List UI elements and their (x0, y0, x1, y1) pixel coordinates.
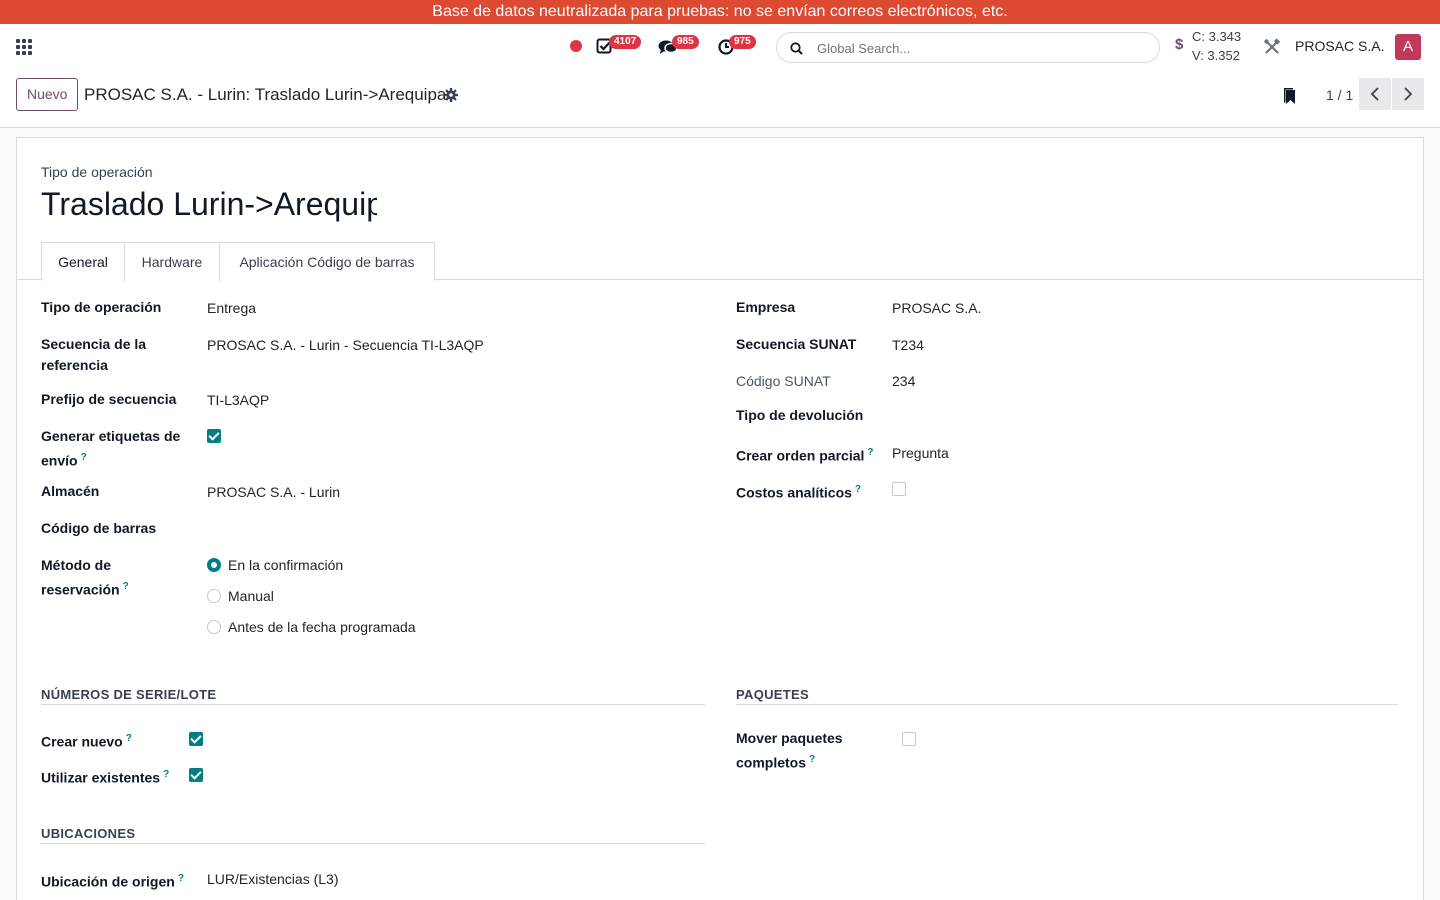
test-database-banner: Base de datos neutralizada para pruebas:… (0, 0, 1440, 24)
partial-order-value[interactable]: Pregunta (892, 443, 949, 464)
help-tooltip-icon[interactable]: ? (178, 873, 184, 884)
record-title-label: Tipo de operación (41, 164, 153, 180)
gear-icon[interactable] (444, 88, 458, 105)
return-type-label: Tipo de devolución (736, 407, 864, 423)
shipping-labels-checkbox[interactable] (207, 429, 221, 443)
exchange-rate-buy: C: 3.343 (1192, 29, 1242, 44)
operation-type-value[interactable]: Entrega (207, 298, 256, 319)
use-existing-lot-label-text: Utilizar existentes (41, 769, 161, 786)
create-new-lot-label: Crear nuevo? (41, 728, 132, 753)
timer-count-badge: 975 (729, 35, 756, 49)
warehouse-value[interactable]: PROSAC S.A. - Lurin (207, 482, 340, 503)
recording-dot-icon[interactable] (570, 40, 582, 52)
analytic-costs-label: Costos analíticos? (736, 479, 861, 504)
company-label: Empresa (736, 299, 796, 315)
reservation-option-before-date[interactable]: Antes de la fecha programada (228, 617, 416, 638)
move-packages-label-line2: completos? (736, 749, 815, 774)
tab-hardware[interactable]: Hardware (124, 242, 220, 281)
analytic-costs-checkbox[interactable] (892, 482, 906, 496)
use-existing-lot-checkbox[interactable] (189, 768, 203, 782)
apps-grid-icon[interactable] (16, 39, 32, 55)
pager-previous-button[interactable] (1359, 78, 1391, 110)
bookmark-icon[interactable] (1284, 88, 1298, 108)
help-tooltip-icon[interactable]: ? (126, 733, 132, 744)
reservation-label-line2: reservación? (41, 576, 129, 601)
debug-tools-icon[interactable] (1263, 38, 1281, 59)
lots-section-title: NÚMEROS DE SERIE/LOTE (41, 687, 217, 702)
help-tooltip-icon[interactable]: ? (123, 581, 129, 592)
exchange-rate-sell: V: 3.352 (1192, 48, 1240, 63)
messages-count-badge: 985 (672, 35, 699, 49)
reservation-label-line1: Método de (41, 557, 111, 573)
global-search-input[interactable] (817, 37, 1147, 59)
move-packages-checkbox[interactable] (902, 732, 916, 746)
sunat-sequence-label: Secuencia SUNAT (736, 336, 857, 352)
tab-barcode-app[interactable]: Aplicación Código de barras (219, 242, 435, 281)
reservation-option-confirmation[interactable]: En la confirmación (228, 555, 343, 576)
create-new-lot-checkbox[interactable] (189, 732, 203, 746)
sunat-code-label: Código SUNAT (736, 373, 831, 389)
prefix-value[interactable]: TI-L3AQP (207, 390, 269, 411)
pager-next-button[interactable] (1392, 78, 1424, 110)
exchange-rate-icon: $ (1175, 36, 1184, 53)
reservation-radio-manual[interactable] (207, 589, 221, 603)
help-tooltip-icon[interactable]: ? (867, 447, 873, 458)
reservation-option-manual[interactable]: Manual (228, 586, 274, 607)
form-tabs: General Hardware Aplicación Código de ba… (17, 242, 1423, 281)
sequence-value[interactable]: PROSAC S.A. - Lurin - Secuencia TI-L3AQP (207, 335, 484, 356)
control-panel: Nuevo PROSAC S.A. - Lurin: Traslado Luri… (0, 70, 1440, 128)
top-navbar: 4107 985 975 $ C: 3.343 V: 3.352 PROSAC … (0, 24, 1440, 70)
source-location-label: Ubicación de origen? (41, 868, 184, 893)
reservation-label-text: reservación (41, 581, 120, 598)
analytic-costs-label-text: Costos analíticos (736, 484, 852, 501)
reservation-radio-before-date[interactable] (207, 620, 221, 634)
create-new-lot-label-text: Crear nuevo (41, 733, 123, 750)
sunat-code-value: 234 (892, 373, 916, 389)
sequence-label-line1: Secuencia de la (41, 336, 147, 352)
global-search[interactable] (776, 32, 1160, 63)
sunat-sequence-value[interactable]: T234 (892, 335, 924, 356)
locations-section-divider (41, 843, 705, 844)
source-location-label-text: Ubicación de origen (41, 873, 175, 890)
help-tooltip-icon[interactable]: ? (163, 769, 169, 780)
reservation-radio-confirmation[interactable] (207, 558, 221, 572)
locations-section-title: UBICACIONES (41, 826, 136, 841)
chevron-right-icon (1404, 87, 1413, 101)
form-sheet: Tipo de operación Traslado Lurin->Arequi… (16, 137, 1424, 900)
record-title-input[interactable]: Traslado Lurin->Arequipa (41, 186, 377, 223)
warehouse-label: Almacén (41, 483, 100, 499)
source-location-value[interactable]: LUR/Existencias (L3) (207, 869, 339, 890)
shipping-labels-label-text: envío (41, 452, 78, 469)
packages-section-divider (736, 704, 1398, 705)
lots-section-divider (41, 704, 705, 705)
help-tooltip-icon[interactable]: ? (81, 452, 87, 463)
company-switcher[interactable]: PROSAC S.A. (1295, 38, 1384, 54)
prefix-label: Prefijo de secuencia (41, 391, 177, 407)
partial-order-label-text: Crear orden parcial (736, 447, 865, 464)
sequence-label-line2: referencia (41, 357, 108, 373)
barcode-label: Código de barras (41, 520, 157, 536)
shipping-labels-label-line1: Generar etiquetas de (41, 428, 181, 444)
breadcrumb: PROSAC S.A. - Lurin: Traslado Lurin->Are… (84, 85, 447, 104)
new-button[interactable]: Nuevo (16, 78, 79, 111)
company-value[interactable]: PROSAC S.A. (892, 298, 981, 319)
use-existing-lot-label: Utilizar existentes? (41, 764, 169, 789)
move-packages-label-line1: Mover paquetes (736, 730, 843, 746)
user-avatar[interactable]: A (1395, 34, 1421, 60)
activities-count-badge: 4107 (609, 35, 642, 49)
tab-general[interactable]: General (41, 242, 125, 281)
partial-order-label: Crear orden parcial? (736, 442, 874, 467)
packages-section-title: PAQUETES (736, 687, 809, 702)
search-icon (790, 42, 803, 55)
operation-type-label: Tipo de operación (41, 299, 162, 315)
pager-value[interactable]: 1 / 1 (1326, 87, 1353, 103)
help-tooltip-icon[interactable]: ? (855, 484, 861, 495)
move-packages-label-text: completos (736, 754, 807, 771)
help-tooltip-icon[interactable]: ? (809, 754, 815, 765)
chevron-left-icon (1370, 87, 1379, 101)
shipping-labels-label-line2: envío? (41, 447, 87, 472)
